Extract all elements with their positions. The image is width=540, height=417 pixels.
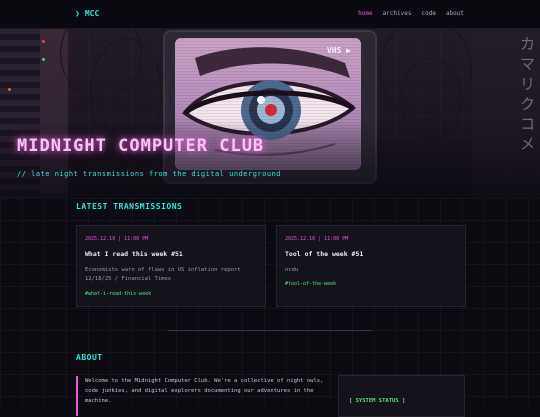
- post-card[interactable]: 2025.12.16 | 11:00 PM Tool of the week #…: [276, 225, 466, 307]
- post-excerpt: ncdu: [285, 267, 299, 273]
- system-status-label: [ SYSTEM STATUS ]: [349, 398, 406, 404]
- post-card[interactable]: 2025.12.19 | 11:00 PM What I read this w…: [76, 225, 266, 307]
- post-excerpt: Economists warn of flaws in US inflation…: [85, 267, 241, 282]
- system-status-panel: [ SYSTEM STATUS ]: [338, 375, 465, 417]
- brand-name: MCC: [84, 9, 100, 18]
- post-tag[interactable]: #what-i-read-this-week: [85, 291, 151, 297]
- about-panel: Welcome to the Midnight Computer Club. W…: [76, 376, 325, 416]
- status-led: [8, 88, 11, 91]
- transmissions-heading: LATEST TRANSMISSIONS: [76, 202, 183, 211]
- site-tagline: // late night transmissions from the dig…: [17, 170, 282, 178]
- site-title: MIDNIGHT COMPUTER CLUB: [17, 136, 265, 156]
- post-title[interactable]: What I read this week #51: [85, 250, 183, 258]
- post-tag[interactable]: #tool-of-the-week: [285, 281, 336, 287]
- site-logo[interactable]: ❯ MCC: [75, 9, 99, 18]
- nav-links: home archives code about: [358, 10, 464, 17]
- about-heading: ABOUT: [76, 353, 103, 362]
- nav-link-code[interactable]: code: [421, 10, 435, 17]
- vhs-label: VHS ▶: [326, 46, 351, 55]
- hero-banner: VHS ▶ MIDNIGHT COMPUTER CLUB // late nig…: [0, 28, 540, 198]
- katakana-text: カマリクコメ: [520, 35, 536, 153]
- nav-link-about[interactable]: about: [446, 10, 464, 17]
- nav-link-archives[interactable]: archives: [383, 10, 412, 17]
- top-nav: ❯ MCC home archives code about: [0, 0, 540, 29]
- section-divider: [168, 330, 372, 331]
- post-title[interactable]: Tool of the week #51: [285, 250, 363, 258]
- status-led: [42, 58, 45, 61]
- post-date: 2025.12.16 | 11:00 PM: [285, 236, 349, 242]
- prompt-chevron-icon: ❯: [75, 9, 80, 18]
- post-date: 2025.12.19 | 11:00 PM: [85, 236, 149, 242]
- nav-link-home[interactable]: home: [358, 10, 372, 17]
- hero-fade: [0, 118, 540, 198]
- status-led: [42, 40, 45, 43]
- about-text: Welcome to the Midnight Computer Club. W…: [85, 378, 324, 404]
